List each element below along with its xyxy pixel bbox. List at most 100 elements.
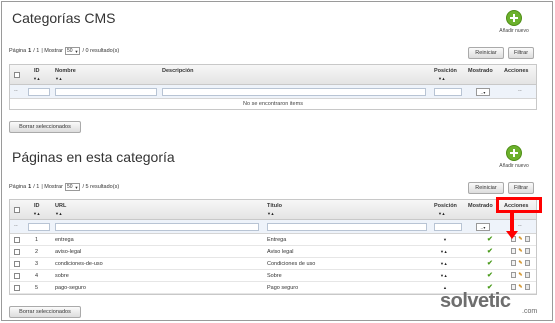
filter-dash: -- — [14, 88, 18, 94]
col-title: Título — [267, 203, 282, 209]
filter-shown-select[interactable]: --▾ — [476, 223, 490, 231]
add-category-label: Añadir nuevo — [499, 28, 529, 34]
sort-url-arrows[interactable]: ▼▲ — [55, 211, 62, 216]
filter-description-input[interactable] — [162, 88, 426, 96]
filter-row: -- --▾ -- — [10, 85, 536, 99]
col-id: ID — [34, 68, 40, 74]
edit-icon[interactable]: ✎ — [518, 284, 523, 290]
table-row[interactable]: 1 entrega Entrega ▼ ✔ ✎ — [10, 234, 536, 246]
row-url: entrega — [55, 237, 74, 243]
col-url: URL — [55, 203, 67, 209]
view-icon[interactable] — [511, 284, 516, 290]
bulk-delete-button[interactable]: Borrar seleccionados — [9, 121, 81, 133]
red-arrow-head-icon — [506, 231, 518, 239]
row-actions: ✎ — [511, 260, 530, 266]
delete-icon[interactable] — [525, 248, 530, 254]
filter-button[interactable]: Filtrar — [508, 182, 534, 194]
table-row[interactable]: 4 sobre Sobre ▼▲ ✔ ✎ — [10, 270, 536, 282]
check-icon[interactable]: ✔ — [487, 247, 493, 255]
row-url: pago-seguro — [55, 285, 86, 291]
table-row[interactable]: 3 condiciones-de-uso Condiciones de uso … — [10, 258, 536, 270]
edit-icon[interactable]: ✎ — [518, 236, 523, 242]
sort-position-arrows[interactable]: ▼▲ — [438, 76, 445, 81]
filter-name-input[interactable] — [55, 88, 157, 96]
row-id: 1 — [35, 237, 39, 243]
move-down-icon[interactable]: ▼ — [443, 237, 447, 242]
pager-show-label: | Mostrar — [41, 184, 63, 190]
pager-page-current[interactable]: 1 — [28, 48, 31, 54]
filter-shown-select[interactable]: --▾ — [476, 88, 490, 96]
edit-icon[interactable]: ✎ — [518, 260, 523, 266]
filter-title-input[interactable] — [267, 223, 427, 231]
filter-position-input[interactable] — [434, 88, 462, 96]
col-shown: Mostrado — [468, 68, 493, 74]
sort-id-arrows[interactable]: ▼▲ — [33, 76, 40, 81]
row-checkbox[interactable] — [14, 285, 20, 291]
move-arrows-icon[interactable]: ▼▲ — [440, 249, 448, 254]
filter-position-input[interactable] — [434, 223, 462, 231]
chevron-down-icon: ▼ — [74, 184, 79, 190]
pager-show-select[interactable]: 50 ▼ — [64, 47, 81, 55]
sort-position-arrows[interactable]: ▼▲ — [438, 211, 445, 216]
check-icon[interactable]: ✔ — [487, 259, 493, 267]
pager-page-total: / 1 — [33, 48, 40, 54]
view-icon[interactable] — [511, 260, 516, 266]
section-title-pages: Páginas en esta categoría — [12, 149, 175, 165]
edit-icon[interactable]: ✎ — [518, 248, 523, 254]
check-icon[interactable]: ✔ — [487, 235, 493, 243]
col-shown: Mostrado — [468, 203, 493, 209]
view-icon[interactable] — [511, 272, 516, 278]
row-id: 2 — [35, 249, 39, 255]
sort-id-arrows[interactable]: ▼▲ — [33, 211, 40, 216]
select-all-checkbox[interactable] — [14, 72, 20, 78]
delete-icon[interactable] — [525, 260, 530, 266]
row-actions: ✎ — [511, 272, 530, 278]
add-page-button[interactable]: Añadir nuevo — [492, 145, 536, 169]
row-checkbox[interactable] — [14, 273, 20, 279]
add-category-button[interactable]: Añadir nuevo — [492, 10, 536, 34]
categories-table: ID ▼▲ Nombre ▼▲ Descripción Posición ▼▲ … — [9, 64, 537, 110]
row-id: 5 — [35, 285, 39, 291]
filter-id-input[interactable] — [28, 223, 50, 231]
delete-icon[interactable] — [525, 272, 530, 278]
filter-row: -- --▾ -- — [10, 220, 536, 234]
pager-show-select[interactable]: 50 ▼ — [64, 183, 81, 191]
table-row[interactable]: 2 aviso-legal Aviso legal ▼▲ ✔ ✎ — [10, 246, 536, 258]
filter-button[interactable]: Filtrar — [508, 47, 534, 59]
col-id: ID — [34, 203, 40, 209]
filter-actions-dash: -- — [518, 88, 522, 94]
col-name: Nombre — [55, 68, 76, 74]
chevron-down-icon: ▼ — [74, 48, 79, 54]
section-title-categories: Categorías CMS — [12, 10, 116, 26]
view-icon[interactable] — [511, 248, 516, 254]
page-frame: Categorías CMS Añadir nuevo Página 1 / 1… — [1, 1, 553, 321]
delete-icon[interactable] — [525, 284, 530, 290]
edit-icon[interactable]: ✎ — [518, 272, 523, 278]
pager-show-label: | Mostrar — [41, 48, 63, 54]
row-actions: ✎ — [511, 284, 530, 290]
sort-title-arrows[interactable]: ▼▲ — [267, 211, 274, 216]
row-url: aviso-legal — [55, 249, 82, 255]
reset-button[interactable]: Reiniciar — [468, 182, 504, 194]
filter-url-input[interactable] — [55, 223, 259, 231]
add-icon — [506, 10, 522, 26]
reset-button[interactable]: Reiniciar — [468, 47, 504, 59]
table-header: ID ▼▲ URL ▼▲ Título ▼▲ Posición ▼▲ Mostr… — [10, 200, 536, 220]
row-checkbox[interactable] — [14, 249, 20, 255]
move-arrows-icon[interactable]: ▼▲ — [440, 261, 448, 266]
row-checkbox[interactable] — [14, 237, 20, 243]
sort-name-arrows[interactable]: ▼▲ — [55, 76, 62, 81]
row-url: condiciones-de-uso — [55, 261, 103, 267]
col-actions: Acciones — [504, 68, 529, 74]
delete-icon[interactable] — [525, 236, 530, 242]
row-checkbox[interactable] — [14, 261, 20, 267]
logo-initial: s — [440, 290, 451, 312]
select-all-checkbox[interactable] — [14, 207, 20, 213]
check-icon[interactable]: ✔ — [487, 271, 493, 279]
filter-id-input[interactable] — [28, 88, 50, 96]
bulk-delete-button[interactable]: Borrar seleccionados — [9, 306, 81, 318]
logo-domain: .com — [522, 308, 538, 315]
pager-page-current[interactable]: 1 — [28, 184, 31, 190]
move-arrows-icon[interactable]: ▼▲ — [440, 273, 448, 278]
row-title: Pago seguro — [267, 285, 299, 291]
